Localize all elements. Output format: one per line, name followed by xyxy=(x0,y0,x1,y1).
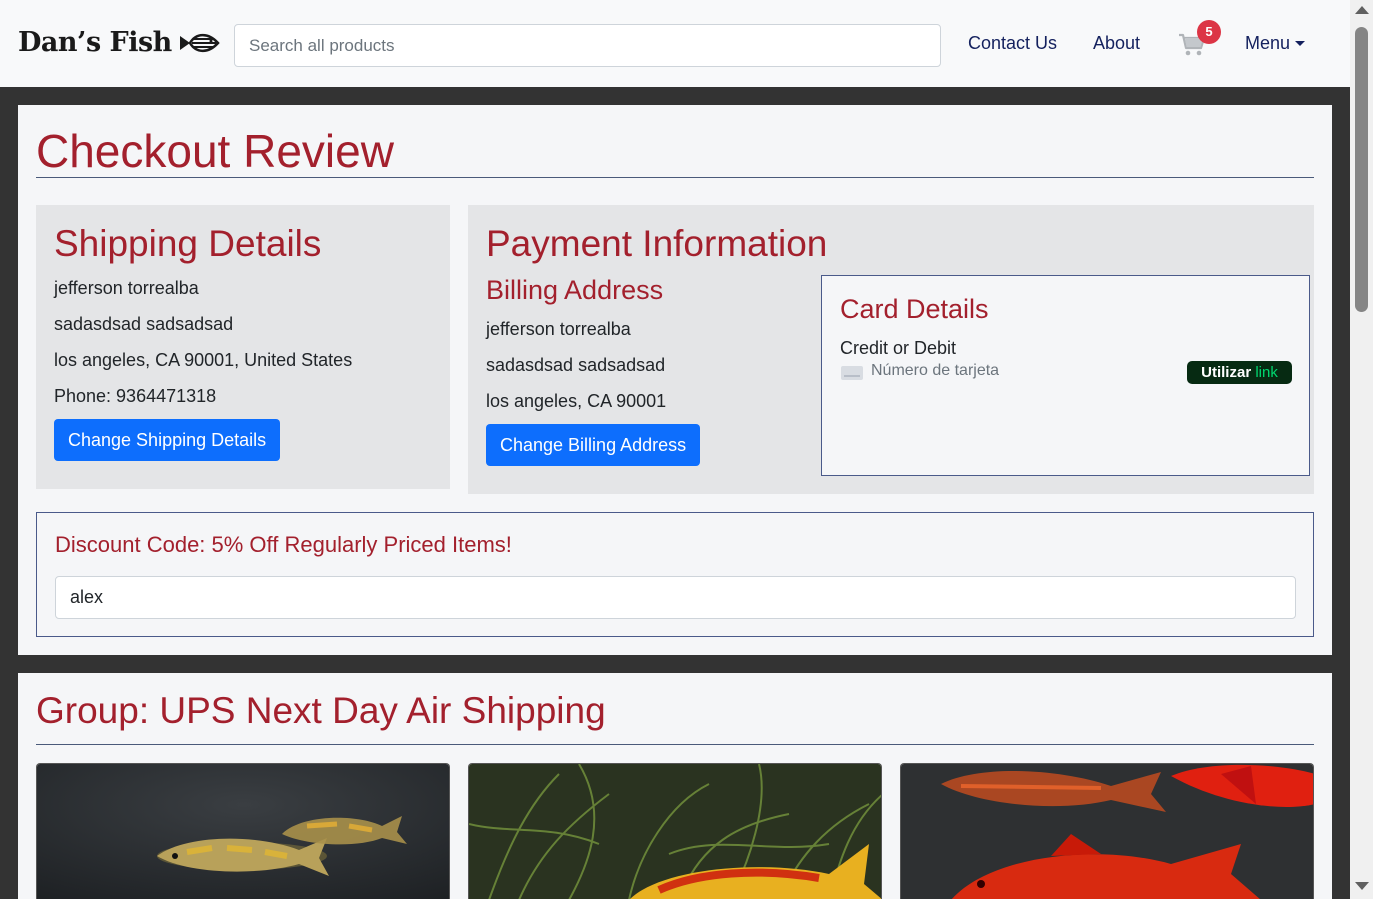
shipping-heading: Shipping Details xyxy=(54,223,322,264)
product-image-3[interactable] xyxy=(900,763,1314,899)
fish-logo-icon xyxy=(179,33,220,52)
menu-dropdown[interactable]: Menu xyxy=(1245,33,1306,54)
page-scrollbar[interactable] xyxy=(1350,0,1373,899)
shipping-phone: Phone: 9364471318 xyxy=(54,386,217,406)
page-title: Checkout Review xyxy=(36,125,394,177)
card-details-heading: Card Details xyxy=(840,294,989,324)
menu-label: Menu xyxy=(1245,33,1291,53)
shipping-name: jefferson torrealba xyxy=(54,278,199,298)
discount-code-box: Discount Code: 5% Off Regularly Priced I… xyxy=(36,512,1314,637)
utilizar-link-button[interactable]: Utilizar link xyxy=(1187,361,1292,384)
billing-city-line: los angeles, CA 90001 xyxy=(486,391,667,411)
brand-name[interactable]: Dan’s Fish xyxy=(18,27,172,58)
brand-logo[interactable]: Dan’s Fish xyxy=(18,27,220,58)
search-input[interactable] xyxy=(234,24,941,67)
link-word: link xyxy=(1255,364,1278,381)
discount-code-input[interactable] xyxy=(55,576,1296,619)
nav-about-link[interactable]: About xyxy=(1093,33,1140,54)
billing-street: sadasdsad sadsadsad xyxy=(486,355,666,375)
billing-address-heading: Billing Address xyxy=(486,275,664,305)
shipping-details-panel: Shipping Details jefferson torrealba sad… xyxy=(36,205,450,489)
card-number-input[interactable]: Número de tarjeta xyxy=(871,362,999,380)
card-type-label: Credit or Debit xyxy=(840,338,957,358)
credit-card-icon xyxy=(841,366,863,380)
link-prefix: Utilizar xyxy=(1201,364,1252,381)
group-title: Group: UPS Next Day Air Shipping xyxy=(36,690,606,731)
change-shipping-details-button[interactable]: Change Shipping Details xyxy=(54,419,281,461)
nav-contact-us-link[interactable]: Contact Us xyxy=(968,33,1057,54)
caret-down-icon xyxy=(1295,41,1306,46)
card-details-box: Card Details Credit or Debit Número de t… xyxy=(821,275,1310,476)
billing-name: jefferson torrealba xyxy=(486,319,631,339)
scroll-up-arrow-icon[interactable] xyxy=(1355,6,1369,14)
payment-heading: Payment Information xyxy=(486,223,828,264)
scroll-down-arrow-icon[interactable] xyxy=(1355,882,1369,890)
discount-label: Discount Code: 5% Off Regularly Priced I… xyxy=(55,532,512,557)
scrollbar-thumb[interactable] xyxy=(1355,27,1368,312)
shipping-city-line: los angeles, CA 90001, United States xyxy=(54,350,353,370)
change-billing-address-button[interactable]: Change Billing Address xyxy=(486,424,701,466)
product-image-1[interactable] xyxy=(36,763,450,899)
cart-count-badge: 5 xyxy=(1197,20,1221,44)
product-image-2[interactable] xyxy=(468,763,882,899)
group-title-divider xyxy=(36,744,1314,745)
title-divider xyxy=(36,177,1314,178)
shipping-street: sadasdsad sadsadsad xyxy=(54,314,234,334)
top-navbar: Dan’s Fish Contact Us About 5 Menu xyxy=(0,0,1350,87)
